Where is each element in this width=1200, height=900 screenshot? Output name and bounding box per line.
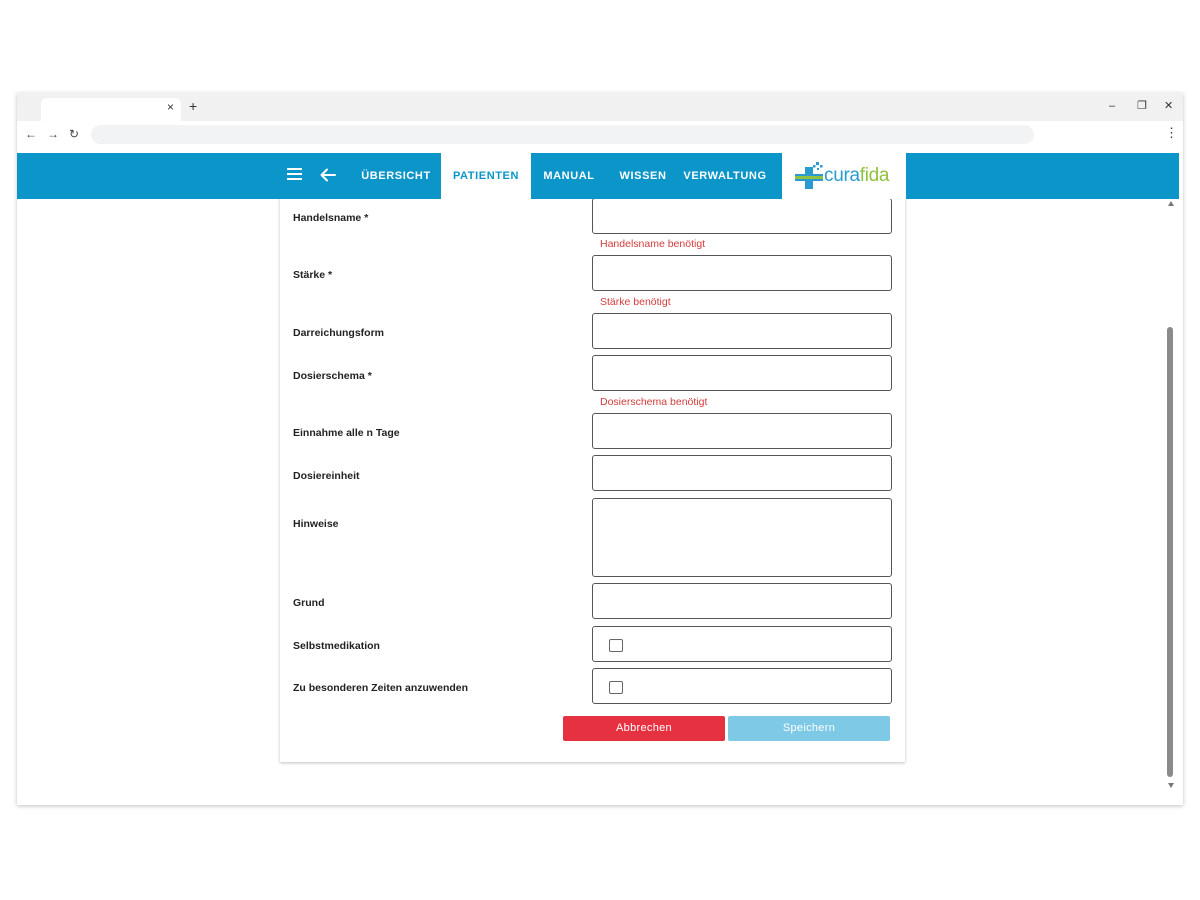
field-label-besondere-zeiten: Zu besonderen Zeiten anzuwenden — [293, 682, 469, 694]
tab-close-icon[interactable]: × — [167, 100, 174, 114]
besondere-zeiten-field — [592, 668, 892, 704]
scrollbar-thumb[interactable] — [1167, 327, 1173, 777]
field-label-dosierschema: Dosierschema * — [293, 370, 372, 382]
selbstmedikation-checkbox[interactable] — [609, 639, 623, 652]
logo-wordmark: curafida — [824, 165, 890, 186]
field-label-selbstmedikation: Selbstmedikation — [293, 640, 380, 652]
field-label-handelsname: Handelsname * — [293, 212, 369, 224]
logo-cross-icon — [795, 162, 823, 189]
dosierschema-input[interactable] — [592, 355, 892, 391]
besondere-zeiten-checkbox[interactable] — [609, 681, 623, 694]
field-label-hinweise: Hinweise — [293, 518, 339, 530]
staerke-error: Stärke benötigt — [600, 296, 671, 308]
logo: curafida — [782, 153, 906, 199]
url-input[interactable] — [91, 125, 1034, 144]
address-bar: ← → ↻ ⋮ — [17, 121, 1183, 149]
hamburger-menu-icon[interactable] — [287, 168, 302, 182]
new-tab-icon[interactable]: + — [189, 99, 197, 113]
app-header: ÜBERSICHT PATIENTEN MANUAL WISSEN VERWAL… — [17, 153, 1179, 199]
staerke-input[interactable] — [592, 255, 892, 291]
nav-verwaltung[interactable]: VERWALTUNG — [681, 153, 769, 199]
hinweise-textarea[interactable] — [592, 498, 892, 577]
back-arrow-icon[interactable]: ← — [25, 127, 37, 141]
selbstmedikation-field — [592, 626, 892, 662]
einnahme-input[interactable] — [592, 413, 892, 449]
reload-icon[interactable]: ↻ — [69, 127, 79, 141]
handelsname-error: Handelsname benötigt — [600, 238, 706, 250]
minimize-icon[interactable]: – — [1109, 100, 1115, 112]
handelsname-input[interactable] — [592, 199, 892, 234]
browser-window: × + – ❐ ✕ ← → ↻ ⋮ ÜBERSICHT PATIENTEN MA… — [17, 93, 1183, 805]
dosierschema-error: Dosierschema benötigt — [600, 396, 708, 408]
nav-patienten[interactable]: PATIENTEN — [441, 153, 531, 199]
scroll-down-arrow-icon[interactable] — [1168, 783, 1174, 788]
back-arrow-icon[interactable] — [319, 166, 337, 184]
nav-uebersicht[interactable]: ÜBERSICHT — [355, 153, 437, 199]
grund-input[interactable] — [592, 583, 892, 619]
tab-strip: × + – ❐ ✕ — [17, 93, 1183, 121]
field-label-staerke: Stärke * — [293, 269, 333, 281]
restore-icon[interactable]: ❐ — [1137, 100, 1147, 112]
darreichungsform-input[interactable] — [592, 313, 892, 349]
browser-tab[interactable] — [41, 98, 181, 121]
field-label-einnahme: Einnahme alle n Tage — [293, 427, 400, 439]
field-label-grund: Grund — [293, 597, 325, 609]
main-content: Handelsname * Handelsname benötigt Stärk… — [17, 199, 1179, 805]
cancel-button[interactable]: Abbrechen — [563, 716, 725, 741]
field-label-darreichungsform: Darreichungsform — [293, 327, 385, 339]
save-button[interactable]: Speichern — [728, 716, 890, 741]
field-label-dosiereinheit: Dosiereinheit — [293, 470, 360, 482]
forward-arrow-icon[interactable]: → — [47, 127, 59, 141]
nav-manual[interactable]: MANUAL — [535, 153, 603, 199]
dosiereinheit-input[interactable] — [592, 455, 892, 491]
browser-menu-icon[interactable]: ⋮ — [1165, 126, 1178, 140]
medication-form: Handelsname * Handelsname benötigt Stärk… — [280, 199, 905, 762]
scroll-up-arrow-icon[interactable] — [1168, 201, 1174, 206]
nav-wissen[interactable]: WISSEN — [611, 153, 675, 199]
window-close-icon[interactable]: ✕ — [1164, 100, 1173, 112]
